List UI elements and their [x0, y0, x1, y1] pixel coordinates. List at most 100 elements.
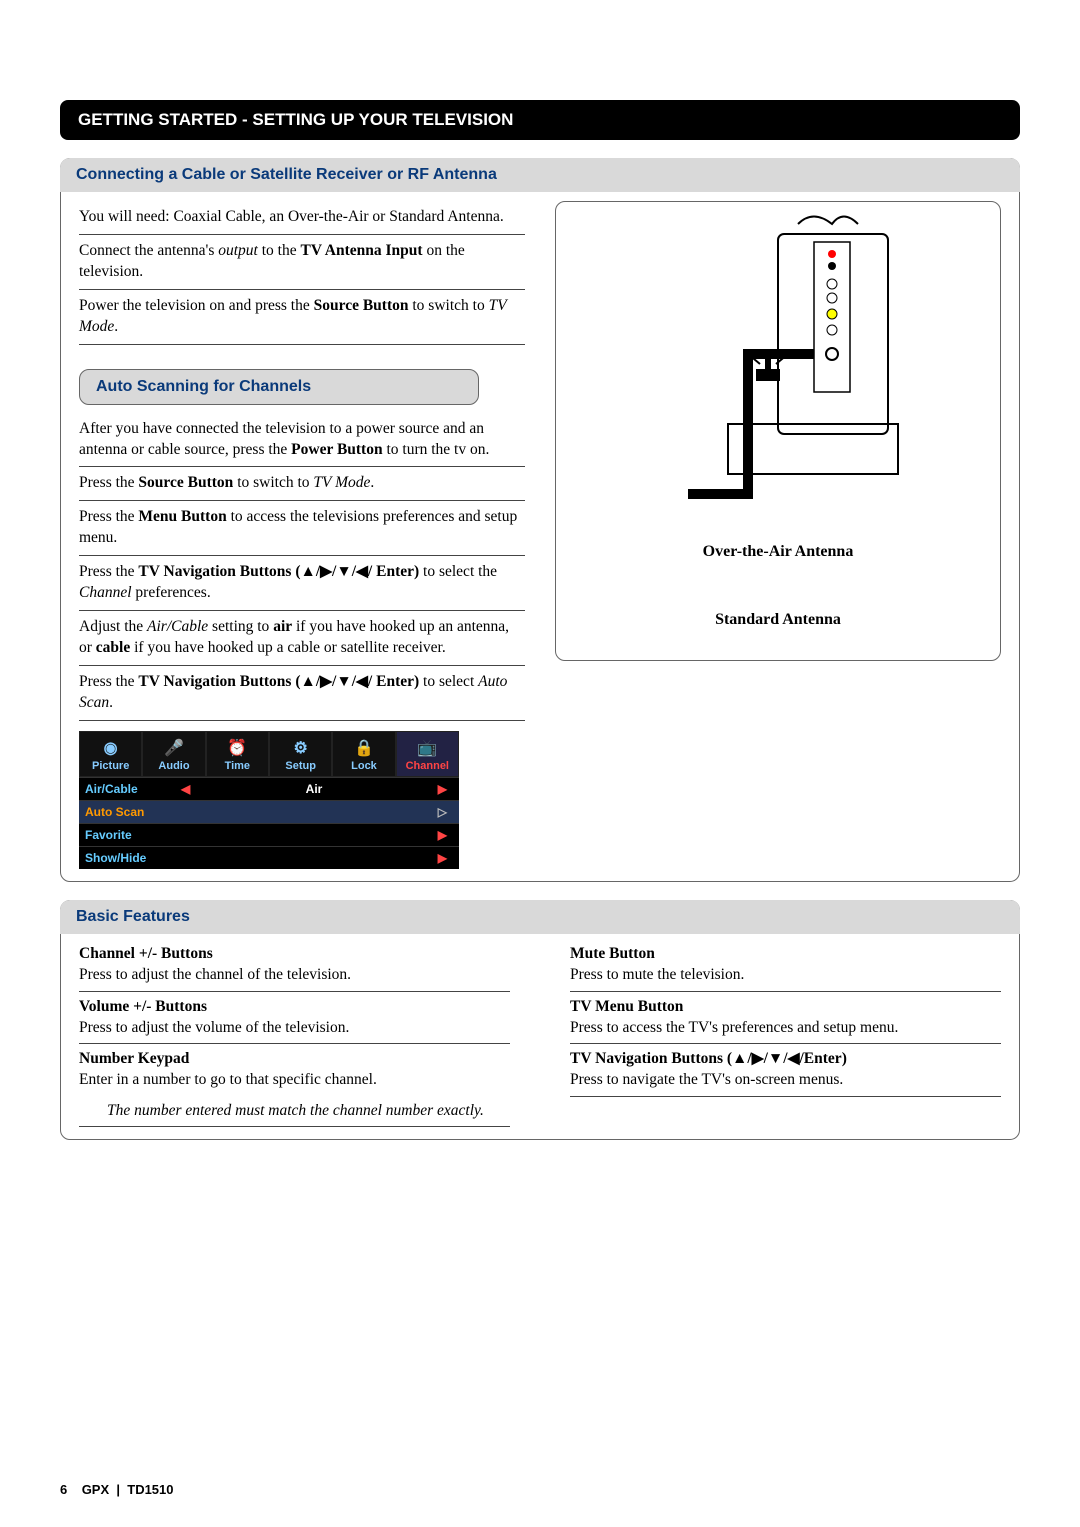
menu-row-favorite: Favorite ▶ [79, 823, 459, 846]
text: if you have hooked up a cable or satelli… [130, 639, 445, 656]
tab-label: Time [225, 760, 250, 772]
heading-connecting: Connecting a Cable or Satellite Receiver… [60, 158, 1020, 192]
menu-row-aircable: Air/Cable ◀ Air ▶ [79, 777, 459, 800]
para-connect: Connect the antenna's output to the TV A… [79, 235, 525, 290]
row-label: Air/Cable [85, 782, 175, 796]
lock-icon: 🔒 [333, 736, 394, 760]
text: . [114, 318, 118, 335]
tab-channel: 📺Channel [396, 731, 459, 777]
note-keypad: The number entered must match the channe… [79, 1096, 510, 1127]
channel-icon: 📺 [397, 736, 458, 760]
setup-icon: ⚙ [270, 736, 331, 760]
para-as-1: After you have connected the television … [79, 413, 525, 468]
arrow-right-icon: ▶ [432, 828, 453, 842]
time-icon: ⏰ [207, 736, 268, 760]
feat-volume: Volume +/- Buttons Press to adjust the v… [79, 992, 510, 1045]
text: setting to [208, 618, 273, 635]
feat-head: Volume +/- Buttons [79, 997, 510, 1018]
text-bold: Menu Button [138, 508, 226, 525]
text: to select [419, 673, 478, 690]
right-column: Over-the-Air Antenna Standard Antenna [555, 201, 1001, 869]
feat-channel: Channel +/- Buttons Press to adjust the … [79, 939, 510, 992]
text: Press the [79, 673, 138, 690]
text: to the [258, 242, 301, 259]
para-as-5: Adjust the Air/Cable setting to air if y… [79, 611, 525, 666]
text-bold: TV Navigation Buttons (▲/▶/▼/◀/ Enter) [138, 673, 419, 690]
feat-head: TV Menu Button [570, 997, 1001, 1018]
arrow-right-icon: ▶ [432, 782, 453, 796]
para-power: Power the television on and press the So… [79, 290, 525, 345]
para-as-2: Press the Source Button to switch to TV … [79, 467, 525, 501]
text-bold: TV Navigation Buttons (▲/▶/▼/◀/ Enter) [138, 563, 419, 580]
text-bold: Source Button [314, 297, 409, 314]
tv-menu-screenshot: ◉Picture 🎤Audio ⏰Time ⚙Setup 🔒Lock 📺Chan… [79, 731, 459, 869]
menu-tabs: ◉Picture 🎤Audio ⏰Time ⚙Setup 🔒Lock 📺Chan… [79, 731, 459, 777]
row-value [175, 805, 432, 819]
row-value: Air [196, 782, 432, 796]
basic-right-col: Mute Button Press to mute the television… [570, 939, 1001, 1128]
row-label: Favorite [85, 828, 175, 842]
menu-row-showhide: Show/Hide ▶ [79, 846, 459, 869]
text-bold: cable [96, 639, 130, 656]
section-basic-features: Basic Features Channel +/- Buttons Press… [60, 900, 1020, 1141]
tab-time: ⏰Time [206, 731, 269, 777]
para-as-4: Press the TV Navigation Buttons (▲/▶/▼/◀… [79, 556, 525, 611]
feat-body: Press to access the TV's preferences and… [570, 1019, 898, 1036]
tab-picture: ◉Picture [79, 731, 142, 777]
arrow-right-icon: ▷ [432, 805, 453, 819]
text-italic: Air/Cable [147, 618, 208, 635]
text: Press the [79, 474, 138, 491]
text: to switch to [409, 297, 489, 314]
text: . [370, 474, 374, 491]
feat-head: TV Navigation Buttons (▲/▶/▼/◀/Enter) [570, 1049, 1001, 1070]
left-column: You will need: Coaxial Cable, an Over-th… [79, 201, 525, 869]
arrow-left-icon: ◀ [175, 782, 196, 796]
tab-label: Setup [285, 760, 316, 772]
text: preferences. [132, 584, 211, 601]
basic-left-col: Channel +/- Buttons Press to adjust the … [79, 939, 510, 1128]
label-std: Standard Antenna [568, 611, 988, 629]
text-bold: Power Button [291, 441, 382, 458]
para-needed: You will need: Coaxial Cable, an Over-th… [79, 201, 525, 235]
feat-body: Press to adjust the channel of the telev… [79, 966, 351, 983]
picture-icon: ◉ [80, 736, 141, 760]
tab-label: Audio [158, 760, 189, 772]
tv-back-illustration [568, 214, 988, 514]
feat-body: Press to navigate the TV's on-screen men… [570, 1071, 843, 1088]
feat-body: Press to mute the television. [570, 966, 744, 983]
heading-basic: Basic Features [60, 900, 1020, 934]
text-italic: TV Mode [313, 474, 370, 491]
text-italic: output [218, 242, 258, 259]
tab-label: Picture [92, 760, 129, 772]
text: Adjust the [79, 618, 147, 635]
text: . [109, 694, 113, 711]
text: Power the television on and press the [79, 297, 314, 314]
page-number: 6 [60, 1482, 67, 1497]
feat-head: Channel +/- Buttons [79, 944, 510, 965]
row-label: Show/Hide [85, 851, 175, 865]
label-ota: Over-the-Air Antenna [568, 543, 988, 561]
row-value [175, 851, 432, 865]
tab-lock: 🔒Lock [332, 731, 395, 777]
page-banner: GETTING STARTED - SETTING UP YOUR TELEVI… [60, 100, 1020, 140]
tab-label: Lock [351, 760, 377, 772]
row-value [175, 828, 432, 842]
text: to turn the tv on. [383, 441, 490, 458]
text: Press the [79, 563, 138, 580]
arrow-right-icon: ▶ [432, 851, 453, 865]
tab-audio: 🎤Audio [142, 731, 205, 777]
audio-icon: 🎤 [143, 736, 204, 760]
text-bold: Source Button [138, 474, 233, 491]
para-as-3: Press the Menu Button to access the tele… [79, 501, 525, 556]
feat-head: Mute Button [570, 944, 1001, 965]
feat-head: Number Keypad [79, 1049, 510, 1070]
feat-mute: Mute Button Press to mute the television… [570, 939, 1001, 992]
feat-body: Enter in a number to go to that specific… [79, 1071, 377, 1088]
heading-autoscan: Auto Scanning for Channels [79, 369, 479, 405]
row-label: Auto Scan [85, 805, 175, 819]
footer-model: TD1510 [127, 1482, 173, 1497]
text: Connect the antenna's [79, 242, 218, 259]
feat-nav: TV Navigation Buttons (▲/▶/▼/◀/Enter) Pr… [570, 1044, 1001, 1097]
feat-keypad: Number Keypad Enter in a number to go to… [79, 1044, 510, 1096]
page-footer: 6 GPX | TD1510 [60, 1482, 174, 1497]
